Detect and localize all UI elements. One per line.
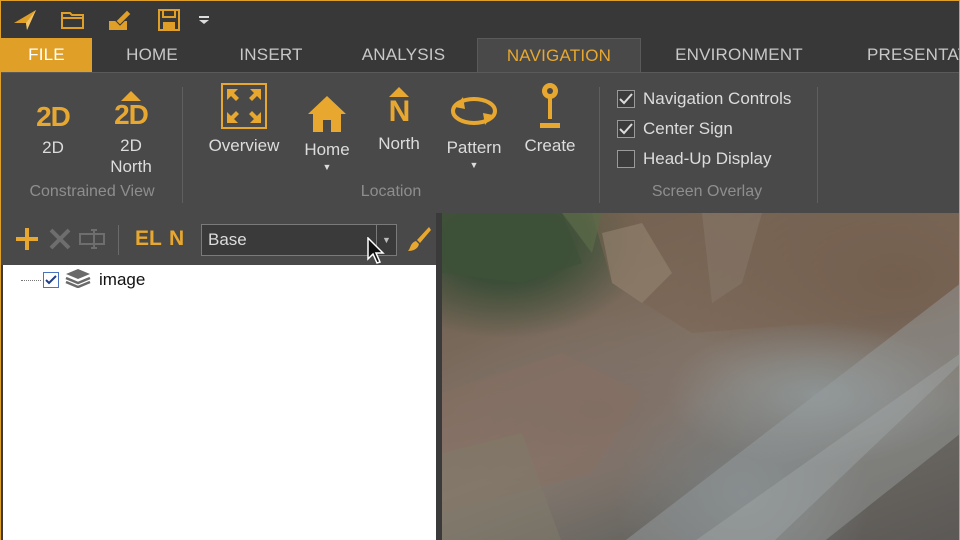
- ribbon-panel: 2D 2D 2D 2D North Constrained View Overv…: [1, 72, 959, 213]
- north-button[interactable]: N North: [371, 83, 427, 154]
- ribbon-separator: [817, 87, 818, 203]
- layer-tree: image: [3, 265, 436, 540]
- layer-select-value: Base: [208, 230, 247, 249]
- create-label: Create: [524, 136, 576, 155]
- pattern-dropdown-icon: ▼: [469, 160, 479, 170]
- ribbon-tab-bar: FILE HOME INSERT ANALYSIS NAVIGATION ENV…: [1, 38, 959, 72]
- navigation-controls-toggle[interactable]: Navigation Controls: [617, 87, 791, 111]
- tab-environment[interactable]: ENVIRONMENT: [641, 38, 837, 72]
- elevation-button[interactable]: EL: [135, 227, 162, 251]
- 2d-button[interactable]: 2D 2D: [25, 87, 81, 158]
- center-sign-label: Center Sign: [643, 119, 733, 138]
- rename-layer-icon[interactable]: [79, 227, 105, 256]
- tree-item-checkbox[interactable]: [43, 272, 59, 288]
- delete-layer-icon[interactable]: [48, 227, 72, 256]
- north-label: North: [378, 134, 420, 153]
- tab-presentation[interactable]: PRESENTATI: [847, 38, 959, 72]
- tab-file[interactable]: FILE: [1, 38, 92, 72]
- edit-project-icon[interactable]: [107, 6, 135, 34]
- north-n-icon: N: [388, 95, 411, 128]
- create-pin-icon: [540, 83, 560, 128]
- application-window: FILE HOME INSERT ANALYSIS NAVIGATION ENV…: [0, 0, 960, 540]
- ribbon-separator: [599, 87, 600, 203]
- home-label: Home: [304, 140, 350, 159]
- add-layer-icon[interactable]: [15, 227, 39, 256]
- pattern-button[interactable]: Pattern ▼: [441, 87, 507, 170]
- tab-home[interactable]: HOME: [92, 38, 212, 72]
- layers-icon: [65, 268, 91, 293]
- customize-dropdown-icon[interactable]: [197, 6, 211, 34]
- tree-item-label: image: [99, 270, 146, 289]
- head-up-display-toggle[interactable]: Head-Up Display: [617, 147, 772, 171]
- overview-button[interactable]: Overview: [203, 83, 285, 156]
- 2d-north-icon: 2D: [114, 99, 149, 130]
- 3d-viewport[interactable]: [442, 213, 959, 540]
- tree-item[interactable]: image: [3, 268, 145, 292]
- 2d-icon: 2D: [36, 101, 71, 132]
- pattern-label: Pattern: [446, 138, 502, 157]
- ribbon-separator: [182, 87, 183, 203]
- tab-navigation[interactable]: NAVIGATION: [477, 38, 641, 72]
- toolbar-separator: [118, 225, 119, 255]
- 2d-north-label-line1: 2D: [120, 136, 142, 155]
- save-icon[interactable]: [155, 6, 183, 34]
- open-folder-icon[interactable]: [59, 6, 87, 34]
- home-icon: [308, 96, 346, 132]
- create-button[interactable]: Create: [519, 83, 581, 156]
- group-label-location: Location: [360, 183, 422, 200]
- north-layer-button[interactable]: N: [169, 227, 184, 251]
- tab-analysis[interactable]: ANALYSIS: [330, 38, 477, 72]
- app-logo-icon[interactable]: [11, 6, 39, 34]
- tree-connector: [21, 279, 41, 281]
- mouse-cursor-icon: [367, 236, 385, 270]
- 2d-north-button[interactable]: 2D 2D North: [99, 85, 163, 177]
- terrain-texture: [442, 213, 959, 540]
- home-dropdown-icon: ▼: [322, 162, 332, 172]
- overview-expand-icon: [221, 83, 267, 129]
- 2d-north-label-line2: North: [110, 157, 152, 176]
- navigation-controls-checkbox[interactable]: [617, 90, 635, 108]
- center-sign-checkbox[interactable]: [617, 120, 635, 138]
- head-up-display-checkbox[interactable]: [617, 150, 635, 168]
- group-label-constrained-view: Constrained View: [29, 183, 155, 200]
- 2d-label: 2D: [42, 138, 64, 157]
- pattern-cycle-icon: [451, 97, 497, 125]
- overview-label: Overview: [208, 136, 280, 155]
- paint-brush-icon[interactable]: [407, 226, 431, 257]
- quick-access-toolbar: [1, 1, 959, 38]
- group-label-screen-overlay: Screen Overlay: [651, 183, 763, 200]
- tab-insert[interactable]: INSERT: [212, 38, 330, 72]
- home-button[interactable]: Home ▼: [297, 89, 357, 172]
- navigation-controls-label: Navigation Controls: [643, 89, 792, 108]
- center-sign-toggle[interactable]: Center Sign: [617, 117, 733, 141]
- head-up-display-label: Head-Up Display: [643, 149, 772, 168]
